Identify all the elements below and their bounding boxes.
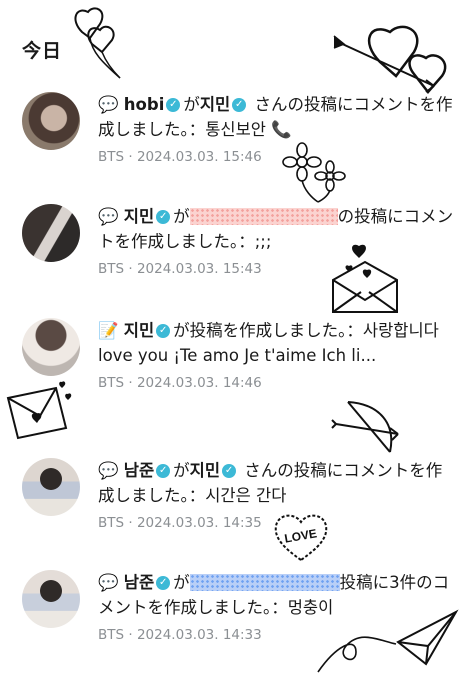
user-name[interactable]: 남준 (124, 573, 154, 592)
user-name[interactable]: 남준 (124, 461, 154, 480)
notification-text: 💬 hobi ✓ が지민 ✓ さんの投稿にコメントを作成しました。：통신보안 📞 BT… (98, 92, 458, 166)
notification-text: 📝 지민 ✓ が投稿を作成しました。：사랑합니다 love you ¡Te amo … (98, 318, 458, 392)
verified-icon: ✓ (156, 463, 171, 478)
balloon-hearts-doodle (74, 7, 121, 79)
avatar[interactable] (22, 92, 80, 150)
avatar[interactable] (22, 204, 80, 262)
user-name[interactable]: 지민 (200, 95, 230, 114)
notification-meta: BTS · 2024.03.03. 15:43 (98, 261, 262, 277)
comment-icon: 💬 (98, 207, 119, 226)
verified-icon: ✓ (232, 97, 247, 112)
verified-icon: ✓ (222, 463, 237, 478)
avatar[interactable] (22, 318, 80, 376)
notification-meta: BTS · 2024.03.03. 15:46 (98, 149, 262, 165)
post-icon: 📝 (98, 321, 119, 340)
notification-meta: BTS · 2024.03.03. 14:35 (98, 515, 262, 531)
verified-icon: ✓ (156, 209, 171, 224)
redacted-name (189, 207, 338, 225)
verified-icon: ✓ (156, 575, 171, 590)
notification-meta: BTS · 2024.03.03. 14:46 (98, 375, 262, 391)
verified-icon: ✓ (156, 323, 171, 338)
redacted-name (189, 573, 340, 591)
user-name[interactable]: hobi (124, 95, 165, 114)
post-preview: love you ¡Te amo Je t'aime Ich li... (98, 346, 377, 365)
verified-icon: ✓ (166, 97, 181, 112)
envelope-doodle (6, 381, 72, 440)
notification-text: 💬 지민 ✓ がの投稿にコメントを作成しました。：;;; BTS · 2024.03… (98, 204, 458, 278)
comment-icon: 💬 (98, 573, 119, 592)
avatar[interactable] (22, 570, 80, 628)
comment-icon: 💬 (98, 95, 119, 114)
page-title: 今日 (22, 40, 63, 62)
notification-text: 💬 남준 ✓ が지민 ✓ さんの投稿にコメントを作成しました。：시간은 간다 BTS … (98, 458, 458, 532)
bow-arrow-doodle (331, 401, 399, 453)
notification-text: 💬 남준 ✓ が投稿に3件のコメントを作成しました。：멍충이 BTS · 2024.… (98, 570, 458, 644)
avatar[interactable] (22, 458, 80, 516)
notification-meta: BTS · 2024.03.03. 14:33 (98, 627, 262, 643)
phone-emoji: 📞 (271, 120, 292, 139)
user-name[interactable]: 지민 (124, 321, 154, 340)
user-name[interactable]: 지민 (190, 461, 220, 480)
comment-icon: 💬 (98, 461, 119, 480)
user-name[interactable]: 지민 (124, 207, 154, 226)
